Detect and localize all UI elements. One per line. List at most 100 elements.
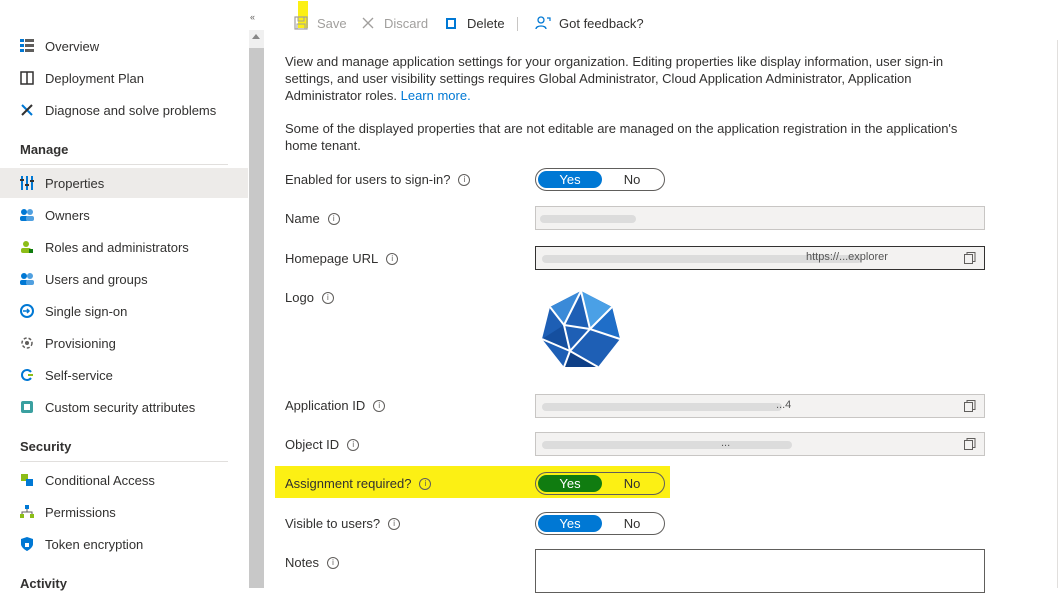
toggle-yes[interactable]: Yes (538, 475, 602, 492)
save-button[interactable]: Save (293, 15, 347, 31)
sidebar-item-label: Overview (45, 38, 100, 54)
intro-text: View and manage application settings for… (285, 53, 975, 104)
visible-label-text: Visible to users? (285, 516, 381, 531)
info-icon[interactable]: i (327, 212, 340, 225)
owners-icon (19, 207, 35, 223)
visible-toggle[interactable]: Yes No (535, 512, 665, 535)
sidebar-item-label: Provisioning (45, 335, 116, 351)
sidebar-item-custom-security-attributes[interactable]: Custom security attributes (0, 392, 248, 422)
permissions-icon (19, 504, 35, 520)
sidebar-item-label: Properties (45, 175, 105, 191)
discard-label: Discard (384, 15, 429, 31)
sidebar-item-diagnose[interactable]: Diagnose and solve problems (0, 95, 248, 125)
discard-button[interactable]: Discard (360, 15, 428, 31)
sidebar-item-roles[interactable]: Roles and administrators (0, 232, 248, 262)
visible-label: Visible to users? i (285, 516, 401, 531)
copy-icon[interactable] (964, 438, 976, 450)
sidebar-item-users-groups[interactable]: Users and groups (0, 264, 248, 294)
logo-label-text: Logo (285, 290, 314, 305)
custom-attributes-icon (19, 399, 35, 415)
name-label: Name i (285, 211, 340, 226)
scroll-up-arrow-icon[interactable] (252, 34, 260, 39)
overview-icon (19, 38, 35, 54)
objectid-label: Object ID i (285, 437, 360, 452)
redacted-value (542, 403, 782, 411)
copy-icon[interactable] (964, 252, 976, 264)
sidebar: Overview Deployment Plan Diagnose and so… (0, 0, 248, 591)
logo-label: Logo i (285, 290, 334, 305)
toggle-no[interactable]: No (600, 475, 664, 492)
info-icon[interactable]: i (458, 173, 471, 186)
sidebar-item-label: Roles and administrators (45, 239, 189, 255)
info-icon[interactable]: i (419, 477, 432, 490)
toolbar: Save Discard Delete Got feedback? (285, 0, 1055, 48)
appid-label: Application ID i (285, 398, 386, 413)
sidebar-item-self-service[interactable]: Self-service (0, 360, 248, 390)
application-id-field[interactable]: ...4 (535, 394, 985, 418)
toggle-no[interactable]: No (600, 515, 664, 532)
enabled-toggle[interactable]: Yes No (535, 168, 665, 191)
homepage-url-field[interactable]: https://...explorer (535, 246, 985, 270)
divider (20, 164, 228, 165)
sidebar-item-provisioning[interactable]: Provisioning (0, 328, 248, 358)
info-icon[interactable]: i (321, 291, 334, 304)
note-text: Some of the displayed properties that ar… (285, 121, 958, 153)
name-field[interactable] (535, 206, 985, 230)
sidebar-item-token-encryption[interactable]: Token encryption (0, 529, 248, 559)
sidebar-item-properties[interactable]: Properties (0, 168, 248, 198)
feedback-label: Got feedback? (559, 15, 644, 31)
trash-icon (443, 15, 459, 31)
toggle-yes[interactable]: Yes (538, 515, 602, 532)
save-icon (293, 15, 309, 31)
notes-label: Notes i (285, 555, 339, 570)
scrollbar[interactable] (249, 30, 264, 588)
conditional-access-icon (19, 472, 35, 488)
feedback-button[interactable]: Got feedback? (535, 15, 644, 31)
sidebar-item-deployment-plan[interactable]: Deployment Plan (0, 63, 248, 93)
provisioning-icon (19, 335, 35, 351)
homepage-url-value: https://...explorer (806, 251, 888, 263)
sidebar-item-label: Users and groups (45, 271, 148, 287)
objectid-label-text: Object ID (285, 437, 340, 452)
intro-body: View and manage application settings for… (285, 54, 944, 103)
scrollbar-thumb[interactable] (249, 48, 264, 588)
close-icon (360, 15, 376, 31)
toggle-no[interactable]: No (600, 171, 664, 188)
delete-button[interactable]: Delete (443, 15, 505, 31)
sidebar-item-label: Single sign-on (45, 303, 128, 319)
sidebar-item-sso[interactable]: Single sign-on (0, 296, 248, 326)
info-icon[interactable]: i (388, 517, 401, 530)
info-icon[interactable]: i (347, 438, 360, 451)
info-icon[interactable]: i (373, 399, 386, 412)
homepage-label-text: Homepage URL (285, 251, 379, 266)
sidebar-item-overview[interactable]: Overview (0, 31, 248, 61)
sidebar-item-owners[interactable]: Owners (0, 200, 248, 230)
application-id-value: ...4 (776, 399, 792, 411)
info-icon[interactable]: i (326, 556, 339, 569)
sidebar-item-label: Conditional Access (45, 472, 155, 488)
collapse-sidebar-icon[interactable]: « (250, 12, 255, 22)
learn-more-link[interactable]: Learn more. (401, 88, 471, 103)
sidebar-item-label: Diagnose and solve problems (45, 102, 217, 118)
appid-label-text: Application ID (285, 398, 366, 413)
save-label: Save (317, 15, 347, 31)
self-service-icon (19, 367, 35, 383)
feedback-icon (535, 15, 551, 31)
sidebar-item-permissions[interactable]: Permissions (0, 497, 248, 527)
sidebar-item-label: Permissions (45, 504, 116, 520)
enabled-label: Enabled for users to sign-in? i (285, 172, 471, 187)
wrench-icon (19, 102, 35, 118)
notes-textarea[interactable] (535, 549, 985, 593)
assignment-label: Assignment required? i (285, 476, 432, 491)
divider (20, 461, 228, 462)
info-icon[interactable]: i (386, 252, 399, 265)
sidebar-item-conditional-access[interactable]: Conditional Access (0, 465, 248, 495)
delete-label: Delete (467, 15, 505, 31)
redacted-value (542, 441, 792, 449)
section-header-manage: Manage (20, 142, 69, 157)
toggle-yes[interactable]: Yes (538, 171, 602, 188)
copy-icon[interactable] (964, 400, 976, 412)
sidebar-item-label: Deployment Plan (45, 70, 144, 86)
assignment-toggle[interactable]: Yes No (535, 472, 665, 495)
object-id-field[interactable]: ... (535, 432, 985, 456)
